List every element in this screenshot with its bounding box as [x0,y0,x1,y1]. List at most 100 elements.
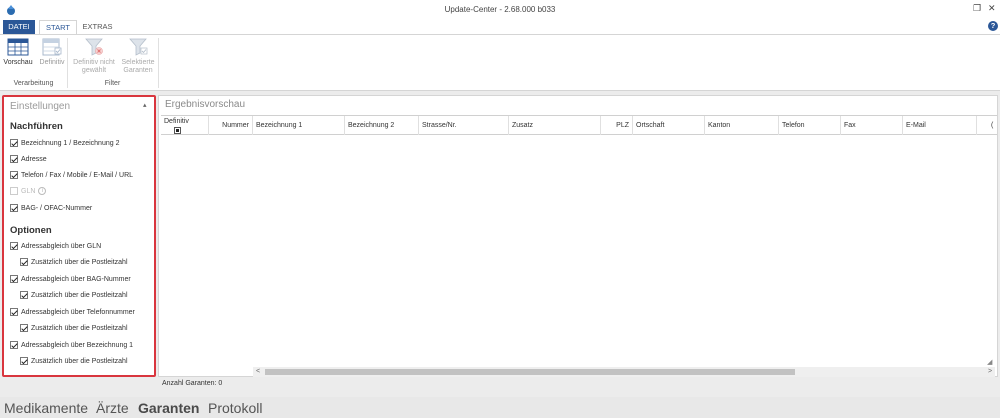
col-header-fax[interactable]: Fax [841,116,903,135]
help-icon[interactable]: ? [988,21,998,31]
cb-label: Zusätzlich über die Postleitzahl [31,258,128,266]
optionen-heading: Optionen [10,225,52,236]
results-title: Ergebnisvorschau [165,99,246,110]
checkbox[interactable] [20,324,28,332]
cb-label: Telefon / Fax / Mobile / E-Mail / URL [21,171,134,179]
definitiv-nicht-gewaehlt-button[interactable]: Definitiv nicht gewählt [70,37,118,75]
settings-panel: Einstellungen ▴ Nachführen Bezeichnung 1… [2,95,156,377]
col-header-bezeichnung1[interactable]: Bezeichnung 1 [253,116,345,135]
checkbox[interactable] [10,139,18,147]
checkbox[interactable] [20,357,28,365]
close-icon[interactable]: ✕ [988,3,996,14]
definitiv-nicht-label-2: gewählt [81,67,107,74]
cb-plz-bezeichnung[interactable]: Zusätzlich über die Postleitzahl [20,355,128,367]
tab-datei[interactable]: DATEI [3,20,35,34]
scroll-thumb[interactable] [265,369,795,375]
col-header-plz[interactable]: PLZ [601,116,633,135]
checkbox[interactable] [20,258,28,266]
cb-label: Zusätzlich über die Postleitzahl [31,291,128,299]
scroll-left-icon[interactable]: < [253,367,263,377]
grid-header: Definitiv Nummer Bezeichnung 1 Bezeichnu… [161,115,997,135]
checkbox[interactable] [10,341,18,349]
pin-icon[interactable]: ▴ [143,101,147,109]
col-header-label: Definitiv [164,118,189,125]
scroll-right-icon[interactable]: > [985,367,995,377]
cb-telefon[interactable]: Telefon / Fax / Mobile / E-Mail / URL [10,169,133,181]
filter-icon [129,38,148,56]
ribbon-separator [158,38,159,88]
checkbox[interactable] [10,308,18,316]
table-preview-icon [7,38,29,56]
checkbox[interactable] [10,171,18,179]
title-bar: Update-Center - 2.68.000 b033 ❐ ✕ [0,0,1000,20]
cb-label: Adressabgleich über GLN [21,242,102,250]
window-title: Update-Center - 2.68.000 b033 [444,5,556,14]
filter-remove-icon [85,38,103,56]
nav-protokoll[interactable]: Protokoll [208,400,262,416]
cb-label: Adressabgleich über Bezeichnung 1 [21,341,134,349]
nav-aerzte[interactable]: Ärzte [96,400,129,416]
bottom-nav: Medikamente Ärzte Garanten Protokoll [0,397,1000,418]
results-panel: Ergebnisvorschau Definitiv Nummer Bezeic… [158,95,998,377]
ribbon-tabs: DATEI START EXTRAS ? [0,20,1000,35]
group-label-verarbeitung: Verarbeitung [13,80,54,87]
cb-label: GLN [21,187,36,195]
col-header-nummer[interactable]: Nummer [209,116,253,135]
cb-adresse[interactable]: Adresse [10,153,47,165]
cb-bag-ofac[interactable]: BAG- / OFAC-Nummer [10,202,92,214]
cb-gln: GLN i [10,185,47,197]
col-header-bezeichnung2[interactable]: Bezeichnung 2 [345,116,419,135]
selektierte-garanten-button[interactable]: Selektierte Garanten [118,37,158,75]
tab-extras[interactable]: EXTRAS [80,20,115,34]
definitiv-table-icon [42,38,62,56]
nachfuehren-heading: Nachführen [10,121,63,132]
settings-title: Einstellungen [10,101,71,112]
definitiv-button[interactable]: Definitiv [36,37,68,67]
cb-bezeichnung[interactable]: Bezeichnung 1 / Bezeichnung 2 [10,137,119,149]
checkbox[interactable] [10,155,18,163]
checkbox [10,187,18,195]
cb-label: Adressabgleich über BAG-Nummer [21,275,131,283]
cb-abgleich-gln[interactable]: Adressabgleich über GLN [10,240,101,252]
vorschau-button[interactable]: Vorschau [2,37,34,67]
cb-label: Adresse [21,155,47,163]
cb-plz-telefon[interactable]: Zusätzlich über die Postleitzahl [20,322,128,334]
vorschau-label: Vorschau [3,59,33,66]
col-header-email[interactable]: E-Mail [903,116,977,135]
definitiv-nicht-label-1: Definitiv nicht [73,59,115,66]
col-header-kanton[interactable]: Kanton [705,116,779,135]
col-header-more[interactable]: ( [991,116,997,135]
select-all-checkbox[interactable] [174,127,181,134]
restore-icon[interactable]: ❐ [973,3,981,14]
status-count: Anzahl Garanten: 0 [162,380,223,387]
nav-medikamente[interactable]: Medikamente [4,400,88,416]
cb-plz-bag[interactable]: Zusätzlich über die Postleitzahl [20,289,128,301]
resize-grip-icon[interactable]: ◢ [987,358,992,366]
cb-label: Bezeichnung 1 / Bezeichnung 2 [21,139,120,147]
group-label-filter: Filter [104,80,121,87]
cb-plz-gln[interactable]: Zusätzlich über die Postleitzahl [20,256,128,268]
checkbox[interactable] [10,204,18,212]
info-icon[interactable]: i [38,187,47,195]
cb-label: BAG- / OFAC-Nummer [21,204,93,212]
col-header-definitiv[interactable]: Definitiv [161,116,209,135]
horizontal-scrollbar[interactable]: < > [253,367,995,377]
checkbox[interactable] [10,242,18,250]
nav-garanten[interactable]: Garanten [138,400,199,416]
cb-label: Zusätzlich über die Postleitzahl [31,357,128,365]
col-header-strasse[interactable]: Strasse/Nr. [419,116,509,135]
col-header-zusatz[interactable]: Zusatz [509,116,601,135]
checkbox[interactable] [10,275,18,283]
cb-abgleich-bezeichnung[interactable]: Adressabgleich über Bezeichnung 1 [10,339,133,351]
cb-label: Adressabgleich über Telefonnummer [21,308,135,316]
cb-label: Zusätzlich über die Postleitzahl [31,324,128,332]
tab-start[interactable]: START [39,20,77,35]
cb-abgleich-telefon[interactable]: Adressabgleich über Telefonnummer [10,306,135,318]
selektierte-label-2: Garanten [123,67,153,74]
cb-abgleich-bag[interactable]: Adressabgleich über BAG-Nummer [10,273,131,285]
col-header-telefon[interactable]: Telefon [779,116,841,135]
ribbon-body: Vorschau Definitiv Definitiv nicht gewäh… [0,34,1000,91]
selektierte-label-1: Selektierte [121,59,155,66]
col-header-ortschaft[interactable]: Ortschaft [633,116,705,135]
checkbox[interactable] [20,291,28,299]
